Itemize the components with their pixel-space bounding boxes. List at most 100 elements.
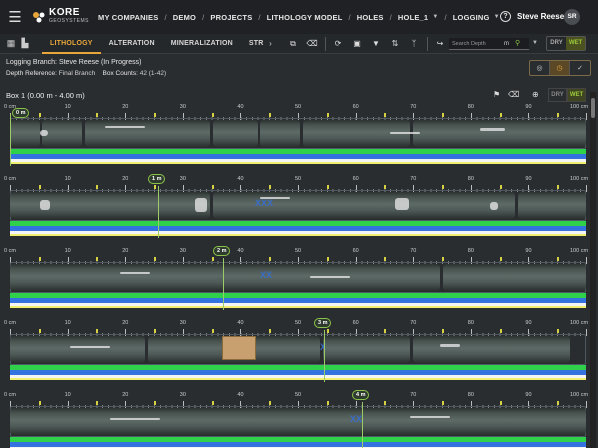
core-image[interactable]: XX	[10, 264, 586, 291]
menu-icon[interactable]: ☰	[0, 0, 30, 34]
chevron-down-icon[interactable]: ▼	[432, 14, 438, 20]
breadcrumb-my-companies[interactable]: MY COMPANIES	[98, 13, 158, 22]
zoom-in-icon[interactable]: ⊕	[532, 90, 539, 99]
core-piece	[443, 264, 586, 291]
ruler-label: 10	[64, 176, 71, 182]
ruler-label: 70	[410, 176, 417, 182]
depth-marker-line	[362, 402, 363, 448]
eraser-icon[interactable]: ⌫	[508, 90, 519, 99]
ruler-mid-tick	[211, 401, 214, 405]
ruler-label: 0 cm	[4, 320, 16, 326]
core-image[interactable]	[10, 120, 586, 147]
ruler-mid-tick	[269, 257, 272, 261]
ruler-mid-tick	[499, 257, 502, 261]
lithology-band-yellow[interactable]	[10, 234, 586, 236]
depth-marker-line	[158, 186, 159, 238]
core-image[interactable]: XX	[10, 408, 586, 435]
tab-mineralization[interactable]: MINERALIZATION	[163, 34, 241, 54]
dry-button[interactable]: DRY	[547, 37, 566, 50]
box-dry-wet-toggle[interactable]: DRY WET	[548, 88, 586, 102]
search-depth-input[interactable]: Search Depth m ⚲	[449, 38, 529, 50]
breadcrumb-separator: /	[258, 12, 261, 22]
lithology-band-yellow[interactable]	[10, 162, 586, 164]
box-counts-label: Box Counts:	[102, 70, 138, 77]
core-row[interactable]: 0 cm102030405060708090100 cmXX4 m	[0, 390, 592, 448]
breadcrumb-demo[interactable]: DEMO	[173, 13, 196, 22]
core-row[interactable]: 0 cm 10 20 30 40 50 60 70 80 90 100 cm XX 2 m	[0, 246, 592, 318]
core-row[interactable]: 0 cm 10 20 30 40 50 60 70 80 90 100 cm X 3 m	[0, 318, 592, 390]
clock-icon[interactable]: ◷	[550, 61, 570, 75]
copy-icon[interactable]: ⧉	[284, 34, 303, 54]
vein	[105, 126, 145, 128]
check-circle-icon[interactable]: ✓	[570, 61, 590, 75]
wet-button[interactable]: WET	[566, 37, 585, 50]
tab-structure[interactable]: STR	[241, 34, 266, 54]
core-piece	[413, 336, 570, 363]
ruler-mid-tick	[384, 329, 387, 333]
ruler-label: 40	[237, 104, 244, 110]
core-piece	[260, 120, 300, 147]
breadcrumb-holes[interactable]: HOLES	[357, 13, 384, 22]
refresh-icon[interactable]: ⟳	[329, 34, 348, 54]
core-mark: XXX	[255, 198, 274, 208]
branch-value: Steve Reese (In Progress)	[58, 59, 142, 66]
exit-icon[interactable]: ↪	[431, 34, 450, 54]
ruler-major-tick	[586, 185, 587, 192]
vein	[390, 132, 420, 134]
breadcrumb-lithology-model[interactable]: LITHOLOGY MODEL	[267, 13, 343, 22]
breadcrumb-projects[interactable]: PROJECTS	[210, 13, 252, 22]
depth-marker-label: 1 m	[148, 174, 166, 184]
depth-ref-value: Final Branch	[58, 70, 96, 77]
tab-lithology[interactable]: LITHOLOGY	[42, 34, 101, 54]
chevron-down-icon[interactable]: ▼	[532, 40, 538, 46]
ruler-mid-tick	[96, 185, 99, 189]
branch-icon[interactable]: ᛉ	[405, 34, 424, 54]
avatar[interactable]: SR	[564, 9, 580, 25]
ruler-label: 80	[467, 248, 474, 254]
breadcrumb-logging[interactable]: LOGGING	[453, 13, 490, 22]
ruler-label: 90	[525, 176, 532, 182]
box-wet-button[interactable]: WET	[567, 88, 586, 102]
ruler-mid-tick	[442, 401, 444, 405]
chevron-right-icon[interactable]: ›	[266, 39, 276, 48]
core-row[interactable]: 0 cm 10 20 30 40 50 60 70 80 90 100 cm 0 m	[0, 104, 592, 174]
user-name[interactable]: Steve Reese	[517, 12, 564, 21]
box-dry-button[interactable]: DRY	[548, 88, 567, 102]
ruler-mid-tick	[442, 329, 444, 333]
lithology-band-yellow[interactable]	[10, 306, 586, 308]
core-row[interactable]: 0 cm 10 20 30 40 50 60 70 80 90 100 cm XXX 1 m	[0, 174, 592, 246]
ruler-mid-tick	[326, 113, 329, 117]
dry-wet-toggle[interactable]: DRY WET	[546, 36, 586, 51]
ruler-major-tick	[586, 257, 587, 264]
core-image[interactable]: X	[10, 336, 586, 363]
ruler-mid-tick	[326, 185, 329, 189]
ruler-label: 50	[295, 392, 302, 398]
search-icon[interactable]: ⚲	[515, 38, 520, 50]
ruler-major-tick	[586, 113, 587, 120]
chart-view-icon[interactable]: ▙	[18, 34, 32, 54]
sync-icon[interactable]: ⇅	[386, 34, 405, 54]
breadcrumb-separator: /	[348, 12, 351, 22]
ruler-label: 40	[237, 320, 244, 326]
table-view-icon[interactable]: ▦	[4, 34, 18, 54]
lithology-band-yellow[interactable]	[10, 378, 586, 380]
help-icon[interactable]: ?	[500, 11, 511, 22]
filter-icon[interactable]: ▼	[367, 34, 386, 54]
tab-alteration[interactable]: ALTERATION	[101, 34, 163, 54]
ruler-label: 60	[352, 176, 359, 182]
logo[interactable]: KORE GEOSYSTEMS	[32, 0, 92, 34]
breadcrumb-hole[interactable]: HOLE_1	[398, 13, 428, 22]
chevron-down-icon[interactable]: ▼	[494, 14, 500, 20]
top-app-bar: ☰ KORE GEOSYSTEMS MY COMPANIES / DEMO / …	[0, 0, 598, 34]
core-image[interactable]: XXX	[10, 192, 586, 219]
target-icon[interactable]: ◎	[530, 61, 550, 75]
vein	[440, 344, 460, 347]
ruler-label: 0 cm	[4, 248, 16, 254]
ruler-label: 40	[237, 176, 244, 182]
image-icon[interactable]: ▣	[348, 34, 367, 54]
eraser-icon[interactable]: ⌫	[303, 34, 322, 54]
ruler-label: 100 cm	[570, 176, 589, 182]
logo-name: KORE	[49, 7, 80, 18]
ruler-mid-tick	[38, 185, 41, 189]
bank-icon[interactable]: ⚑	[493, 90, 500, 99]
